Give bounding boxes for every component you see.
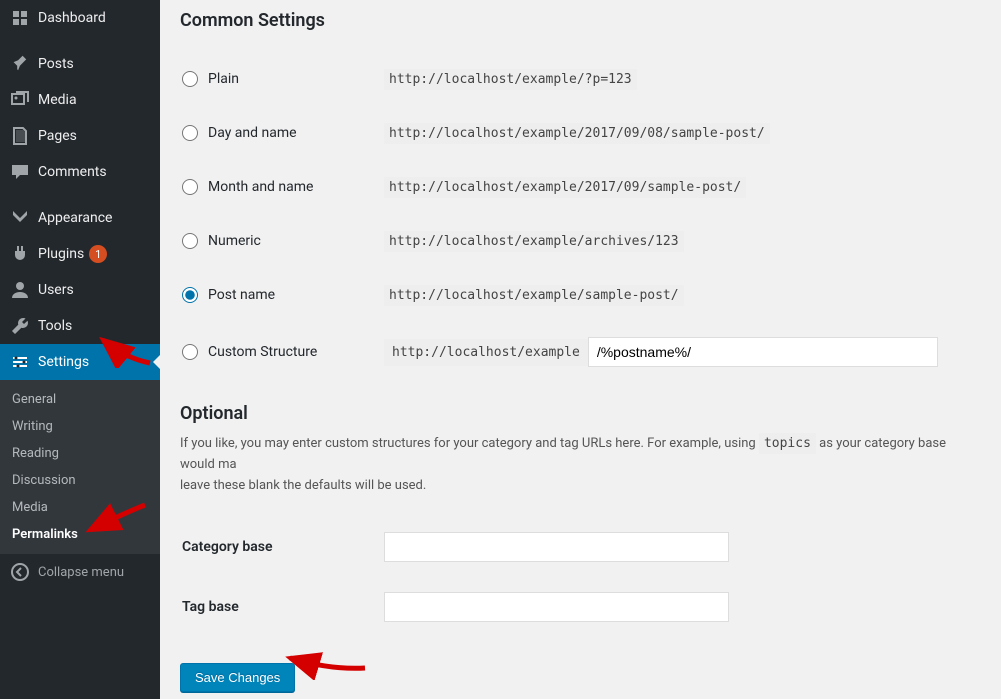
submenu-item-writing[interactable]: Writing bbox=[0, 413, 160, 440]
sidebar-item-label: Appearance bbox=[38, 210, 112, 226]
permalink-option-label: Day and name bbox=[208, 125, 297, 141]
users-icon bbox=[10, 280, 30, 300]
submenu-item-permalinks[interactable]: Permalinks bbox=[0, 521, 160, 548]
permalink-example: http://localhost/example/archives/123 bbox=[384, 231, 684, 252]
comments-icon bbox=[10, 162, 30, 182]
tag-base-input[interactable] bbox=[384, 592, 729, 622]
main-content: Common Settings Plain http://localhost/ex… bbox=[160, 0, 1001, 699]
appearance-icon bbox=[10, 208, 30, 228]
permalink-radio[interactable] bbox=[182, 71, 198, 87]
permalink-radio[interactable] bbox=[182, 125, 198, 141]
permalink-radio[interactable] bbox=[182, 233, 198, 249]
collapse-icon bbox=[10, 562, 30, 582]
save-changes-button[interactable]: Save Changes bbox=[180, 663, 295, 692]
tools-icon bbox=[10, 316, 30, 336]
collapse-label: Collapse menu bbox=[38, 565, 124, 580]
permalink-option-label: Numeric bbox=[208, 233, 261, 249]
sidebar-item-label: Media bbox=[38, 92, 77, 108]
permalink-option-label: Month and name bbox=[208, 179, 313, 195]
sidebar-item-label: Settings bbox=[38, 354, 89, 370]
permalink-option-label: Plain bbox=[208, 71, 239, 87]
category-base-label: Category base bbox=[182, 518, 382, 576]
category-base-input[interactable] bbox=[384, 532, 729, 562]
sidebar-item-label: Dashboard bbox=[38, 10, 106, 26]
admin-sidebar: Dashboard Posts Media Pages Comments Appearan… bbox=[0, 0, 160, 699]
permalink-example: http://localhost/example/sample-post/ bbox=[384, 285, 684, 306]
sidebar-item-pages[interactable]: Pages bbox=[0, 118, 160, 154]
sidebar-item-users[interactable]: Users bbox=[0, 272, 160, 308]
permalink-option-plain[interactable]: Plain bbox=[182, 71, 372, 87]
common-settings-heading: Common Settings bbox=[180, 10, 981, 31]
media-icon bbox=[10, 90, 30, 110]
collapse-menu[interactable]: Collapse menu bbox=[0, 554, 160, 590]
sidebar-item-comments[interactable]: Comments bbox=[0, 154, 160, 190]
sidebar-item-label: Pages bbox=[38, 128, 77, 144]
settings-icon bbox=[10, 352, 30, 372]
sidebar-item-posts[interactable]: Posts bbox=[0, 46, 160, 82]
custom-structure-label: Custom Structure bbox=[208, 344, 317, 360]
pages-icon bbox=[10, 126, 30, 146]
update-badge: 1 bbox=[89, 245, 107, 263]
sidebar-item-media[interactable]: Media bbox=[0, 82, 160, 118]
sidebar-item-label: Plugins bbox=[38, 246, 84, 262]
permalink-example: http://localhost/example/2017/09/08/samp… bbox=[384, 123, 770, 144]
permalink-option-numeric[interactable]: Numeric bbox=[182, 233, 372, 249]
sidebar-item-tools[interactable]: Tools bbox=[0, 308, 160, 344]
plugins-icon bbox=[10, 244, 30, 264]
sidebar-item-plugins[interactable]: Plugins 1 bbox=[0, 236, 160, 272]
permalink-radio[interactable] bbox=[182, 287, 198, 303]
sidebar-item-label: Users bbox=[38, 282, 74, 298]
sidebar-item-label: Posts bbox=[38, 56, 74, 72]
submenu-item-general[interactable]: General bbox=[0, 386, 160, 413]
sidebar-item-label: Tools bbox=[38, 318, 72, 334]
permalink-option-post-name[interactable]: Post name bbox=[182, 287, 372, 303]
dashboard-icon bbox=[10, 8, 30, 28]
pin-icon bbox=[10, 54, 30, 74]
permalink-options-table: Plain http://localhost/example/?p=123 Day … bbox=[180, 51, 981, 383]
sidebar-item-dashboard[interactable]: Dashboard bbox=[0, 0, 160, 36]
permalink-example: http://localhost/example/?p=123 bbox=[384, 69, 637, 90]
custom-structure-radio[interactable] bbox=[182, 344, 198, 360]
custom-structure-prefix: http://localhost/example bbox=[384, 339, 588, 366]
sidebar-item-settings[interactable]: Settings bbox=[0, 344, 160, 380]
permalink-radio[interactable] bbox=[182, 179, 198, 195]
sidebar-item-appearance[interactable]: Appearance bbox=[0, 200, 160, 236]
permalink-example: http://localhost/example/2017/09/sample-… bbox=[384, 177, 746, 198]
submenu-item-reading[interactable]: Reading bbox=[0, 440, 160, 467]
optional-description: If you like, you may enter custom struct… bbox=[180, 434, 981, 496]
sidebar-item-label: Comments bbox=[38, 164, 107, 180]
permalink-option-label: Post name bbox=[208, 287, 275, 303]
permalink-option-day-and-name[interactable]: Day and name bbox=[182, 125, 372, 141]
permalink-option-month-and-name[interactable]: Month and name bbox=[182, 179, 372, 195]
tag-base-label: Tag base bbox=[182, 578, 382, 636]
submenu-item-discussion[interactable]: Discussion bbox=[0, 467, 160, 494]
custom-structure-input[interactable] bbox=[588, 337, 938, 367]
optional-heading: Optional bbox=[180, 403, 981, 424]
custom-structure-option[interactable]: Custom Structure bbox=[182, 344, 372, 360]
submenu-item-media[interactable]: Media bbox=[0, 494, 160, 521]
